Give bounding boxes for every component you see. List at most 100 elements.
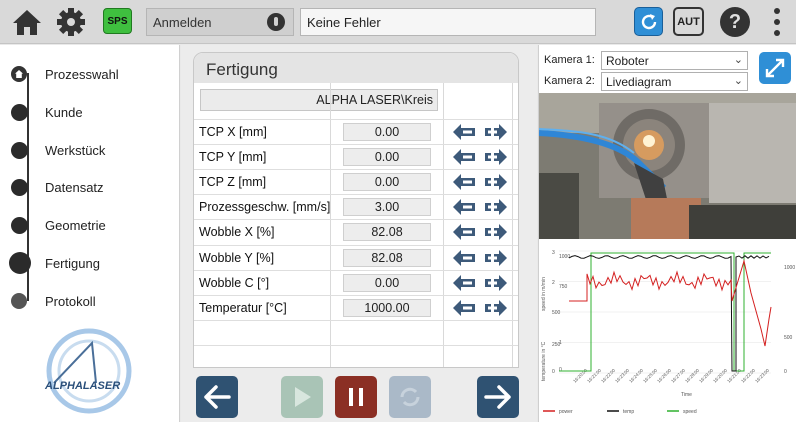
y-tick-label: 1000 [559,254,570,260]
table-row: TCP Y [mm] 0.00 [194,144,518,169]
alphalaser-logo: ALPHALASER [44,328,132,414]
sidebar-item-prozesswahl[interactable]: Prozesswahl [10,62,119,86]
increment-arrow-icon[interactable] [484,197,508,217]
pause-icon [349,388,363,406]
home-icon [11,66,27,82]
table-row: Wobble Y [%] 82.08 [194,244,518,270]
production-card: Fertigung ALPHA LASER\Kreis TCP X [mm] 0.… [193,52,519,368]
sidebar-item-label: Fertigung [45,255,100,271]
increment-arrow-icon[interactable] [484,122,508,142]
y-tick-label: 750 [559,284,568,290]
step-dot [11,141,28,159]
row-value-field[interactable]: 0.00 [343,173,431,192]
refresh-icon [400,387,420,407]
row-value-field[interactable]: 3.00 [343,198,431,217]
step-dot [11,103,28,121]
y-tick-label: 250 [552,342,561,348]
sidebar-item-datensatz[interactable]: Datensatz [10,175,104,199]
decrement-arrow-icon[interactable] [452,197,476,217]
more-vertical-icon[interactable] [770,7,784,37]
increment-arrow-icon[interactable] [484,172,508,192]
decrement-arrow-icon[interactable] [452,122,476,142]
aut-button[interactable]: AUT [673,7,704,36]
sidebar-item-label: Werkstück [45,142,106,158]
decrement-arrow-icon[interactable] [452,147,476,167]
robot-camera-feed [539,93,796,239]
sidebar-item-werkstueck[interactable]: Werkstück [10,138,105,162]
refresh-button[interactable] [634,7,663,36]
key-icon[interactable] [267,13,285,31]
row-value-field[interactable]: 82.08 [343,248,431,267]
camera1-value: Roboter [606,54,649,68]
camera1-select[interactable]: Roboter ⌄ [601,51,748,70]
help-button[interactable]: ? [720,7,750,37]
step-dot-active [9,252,31,274]
y-tick-label-right: 0 [784,369,787,375]
decrement-arrow-icon[interactable] [452,248,476,268]
y-tick-label: 500 [552,310,561,316]
chevron-down-icon: ⌄ [733,75,743,87]
back-button[interactable] [196,376,238,418]
reload-button[interactable] [389,376,431,418]
increment-arrow-icon[interactable] [484,147,508,167]
increment-arrow-icon[interactable] [484,248,508,268]
y-tick-label-right: 1000 [784,265,795,271]
decrement-arrow-icon[interactable] [452,298,476,318]
sidebar-item-fertigung[interactable]: Fertigung [9,251,100,275]
sidebar-item-protokoll[interactable]: Protokoll [10,289,96,313]
y-tick-label: 0 [552,369,555,375]
expand-icon [765,58,785,78]
legend-label: speed [683,409,697,415]
row-value-field[interactable]: 0.00 [343,148,431,167]
camera-panel: Kamera 1: Roboter ⌄ Kamera 2: Livediagra… [538,45,796,422]
sidebar-item-label: Datensatz [45,179,104,195]
sps-button[interactable]: SPS [103,8,132,34]
row-value-field[interactable]: 0.00 [343,273,431,292]
table-row-empty [194,319,518,345]
increment-arrow-icon[interactable] [484,298,508,318]
arrow-right-icon [484,385,511,409]
legend-label: power [559,409,573,415]
next-button[interactable] [477,376,519,418]
decrement-arrow-icon[interactable] [452,222,476,242]
y-tick-label: 3 [552,250,555,256]
sidebar-item-kunde[interactable]: Kunde [10,100,83,124]
table-row: Wobble X [%] 82.08 [194,219,518,244]
increment-arrow-icon[interactable] [484,273,508,293]
status-text: Keine Fehler [307,15,381,30]
sidebar-item-geometrie[interactable]: Geometrie [10,213,106,237]
camera2-value: Livediagram [606,75,672,89]
production-panel: Fertigung ALPHA LASER\Kreis TCP X [mm] 0.… [181,45,537,422]
row-value-field[interactable]: 0.00 [343,123,431,141]
row-value-field[interactable]: 82.08 [343,223,431,242]
row-label: Wobble Y [%] [199,250,275,265]
decrement-arrow-icon[interactable] [452,273,476,293]
pause-button[interactable] [335,376,377,418]
y-tick-label: 0 [559,367,562,373]
login-field[interactable]: Anmelden [146,8,294,36]
fullscreen-button[interactable] [759,52,791,84]
top-toolbar: SPS Anmelden Keine Fehler AUT ? [0,0,796,44]
sidebar-item-label: Kunde [45,104,83,120]
globe-icon [11,293,27,309]
camera2-select[interactable]: Livediagram ⌄ [601,72,748,91]
decrement-arrow-icon[interactable] [452,172,476,192]
y-axis-label-2: temperature in °C [541,341,547,381]
table-row: TCP Z [mm] 0.00 [194,169,518,194]
y-tick-label: 2 [552,280,555,286]
chevron-down-icon: ⌄ [733,54,743,66]
gear-icon[interactable] [54,5,88,39]
increment-arrow-icon[interactable] [484,222,508,242]
status-field: Keine Fehler [300,8,596,36]
play-button[interactable] [281,376,323,418]
row-label: Temperatur [°C] [199,300,287,315]
y-tick-label-right: 500 [784,335,793,341]
sidebar-item-label: Prozesswahl [45,66,119,82]
table-row: Wobble C [°] 0.00 [194,269,518,295]
row-value-field[interactable]: 1000.00 [343,298,431,317]
home-icon[interactable] [10,5,44,39]
camera1-label: Kamera 1: [544,54,595,66]
login-label: Anmelden [153,15,212,30]
y-axis-label: speed in m/min [541,277,547,311]
live-diagram: speed in m/min temperature in °C 3 1000 2 7… [539,241,796,422]
